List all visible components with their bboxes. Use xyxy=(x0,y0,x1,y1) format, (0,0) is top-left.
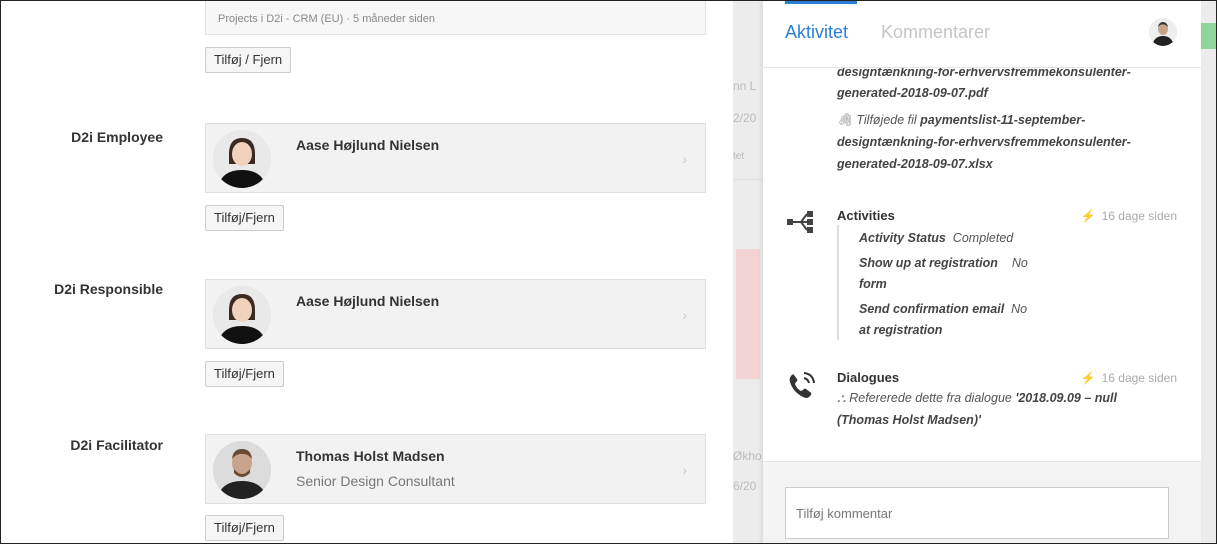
project-card[interactable]: Projects i D2i - CRM (EU) · 5 måneder si… xyxy=(205,1,706,35)
dialogues-ref-line2: (Thomas Holst Madsen)' xyxy=(837,413,981,427)
chevron-right-icon: › xyxy=(682,151,687,167)
file2-line1: 🖇 Tilføjede fil paymentslist-11-septembe… xyxy=(837,113,1086,127)
bolt-icon: ⚡ xyxy=(1080,371,1096,385)
show-up-row: Show up at registration No form xyxy=(859,256,1028,291)
project-add-remove-button[interactable]: Tilføj / Fjern xyxy=(205,47,292,73)
activity-feed: designtænkning-for-erhvervsfremmekonsule… xyxy=(763,68,1201,461)
facilitator-title: Senior Design Consultant xyxy=(296,473,455,489)
activities-divider xyxy=(837,225,839,340)
file2-line3: generated-2018-09-07.xlsx xyxy=(837,157,993,171)
hierarchy-icon: ⛬ xyxy=(837,391,846,405)
tab-activity[interactable]: Aktivitet xyxy=(785,22,848,43)
file2-line2: designtænkning-for-erhvervsfremmekonsule… xyxy=(837,135,1131,149)
tab-indicator xyxy=(785,1,857,4)
ghost-badge xyxy=(1201,23,1216,49)
responsible-card[interactable]: Aase Højlund Nielsen › xyxy=(205,279,706,349)
responsible-label: D2i Responsible xyxy=(54,281,163,297)
ghost-text: 2/20 xyxy=(733,111,757,125)
panel-tabs: Aktivitet Kommentarer xyxy=(763,1,1201,68)
bolt-icon: ⚡ xyxy=(1080,209,1096,223)
facilitator-avatar xyxy=(213,441,271,499)
paperclip-icon: 🖇 xyxy=(837,113,853,127)
activity-panel: Aktivitet Kommentarer designtænkning-for… xyxy=(763,1,1201,543)
comment-input[interactable] xyxy=(785,487,1169,539)
chevron-right-icon: › xyxy=(682,307,687,323)
facilitator-label: D2i Facilitator xyxy=(70,437,163,453)
background-overlay: nn L 2/20 tet Økho 6/20 xyxy=(733,1,763,543)
responsible-name: Aase Højlund Nielsen xyxy=(296,293,440,309)
activity-status-row: Activity Status Completed xyxy=(859,231,1014,245)
responsible-add-remove-button[interactable]: Tilføj/Fjern xyxy=(205,361,284,387)
current-user-avatar[interactable] xyxy=(1149,18,1177,46)
dialogues-ref-line1: ⛬ Refererede dette fra dialogue '2018.09… xyxy=(837,391,1117,405)
send-confirmation-row: Send confirmation email No at registratio… xyxy=(859,302,1028,337)
phone-icon xyxy=(785,368,819,402)
employee-label: D2i Employee xyxy=(71,129,163,145)
chevron-right-icon: › xyxy=(682,462,687,478)
record-form: Projects i D2i - CRM (EU) · 5 måneder si… xyxy=(1,1,733,543)
dialogues-time: ⚡ 16 dage siden xyxy=(1080,371,1177,385)
dialogues-title: Dialogues xyxy=(837,370,900,385)
file1-line1: designtænkning-for-erhvervsfremmekonsule… xyxy=(837,68,1131,79)
ghost-image xyxy=(736,249,760,379)
file1-line2: generated-2018-09-07.pdf xyxy=(837,86,988,100)
app-frame: Projects i D2i - CRM (EU) · 5 måneder si… xyxy=(0,0,1217,544)
ghost-text: Økho xyxy=(733,449,762,463)
employee-add-remove-button[interactable]: Tilføj/Fjern xyxy=(205,205,284,231)
network-icon xyxy=(785,206,819,240)
facilitator-card[interactable]: Thomas Holst Madsen Senior Design Consul… xyxy=(205,434,706,504)
facilitator-add-remove-button[interactable]: Tilføj/Fjern xyxy=(205,515,284,541)
responsible-avatar xyxy=(213,286,271,344)
activities-time: ⚡ 16 dage siden xyxy=(1080,209,1177,223)
ghost-divider xyxy=(733,179,763,180)
comment-area xyxy=(763,461,1201,543)
ghost-text: 6/20 xyxy=(733,479,757,493)
employee-card[interactable]: Aase Højlund Nielsen › xyxy=(205,123,706,193)
tab-comments[interactable]: Kommentarer xyxy=(881,22,990,43)
activities-title: Activities xyxy=(837,208,895,223)
project-meta: Projects i D2i - CRM (EU) · 5 måneder si… xyxy=(218,13,436,25)
employee-name: Aase Højlund Nielsen xyxy=(296,137,440,153)
facilitator-name: Thomas Holst Madsen xyxy=(296,448,445,464)
ghost-text: nn L xyxy=(733,79,757,93)
ghost-text: tet xyxy=(733,151,745,162)
employee-avatar xyxy=(213,130,271,188)
background-edge xyxy=(1201,1,1216,543)
